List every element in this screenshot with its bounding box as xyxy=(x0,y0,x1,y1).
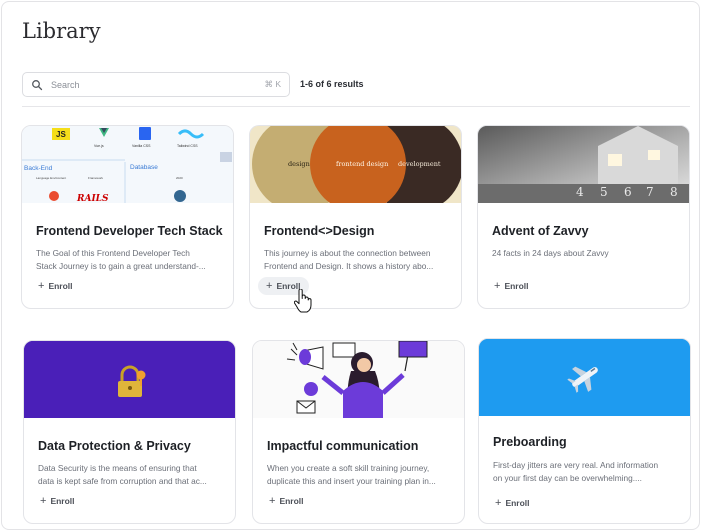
card-description: This journey is about the connection bet… xyxy=(264,247,450,272)
plus-icon: + xyxy=(495,497,502,509)
card-title: Frontend Developer Tech Stack xyxy=(36,224,223,238)
page-title: Library xyxy=(22,19,101,43)
thumb-label: frontend design xyxy=(336,160,388,168)
enroll-label: Enroll xyxy=(505,498,530,508)
thumb-label: Vue.js xyxy=(94,144,104,148)
course-card[interactable]: 4 5 6 7 8 Advent of Zavvy 24 facts in 24… xyxy=(477,125,690,309)
thumb-label: 2020 xyxy=(176,176,183,180)
search-placeholder: Search xyxy=(51,79,80,90)
course-card[interactable]: Preboarding First-day jitters are very r… xyxy=(478,338,691,524)
card-title: Impactful communication xyxy=(267,439,419,453)
library-page: Library Search ⌘ K 1-6 of 6 results JS V… xyxy=(1,1,700,530)
course-card[interactable]: JS Vue.js Vanilla CSS Tailwind CSS Back-… xyxy=(21,125,234,309)
plus-icon: + xyxy=(38,280,45,292)
card-description-line: When you create a soft skill training jo… xyxy=(267,463,430,473)
enroll-label: Enroll xyxy=(48,281,73,291)
card-thumbnail: JS Vue.js Vanilla CSS Tailwind CSS Back-… xyxy=(22,126,233,203)
card-description-line: Frontend and Design. It shows a history … xyxy=(264,260,434,271)
divider xyxy=(22,106,690,107)
card-description: First-day jitters are very real. And inf… xyxy=(493,459,679,484)
enroll-button[interactable]: + Enroll xyxy=(486,277,537,295)
thumb-label: Framework xyxy=(88,176,104,180)
card-description-line: 24 facts in 24 days about Zavvy xyxy=(492,248,609,258)
card-description-line: on your first day can be overwhelming...… xyxy=(493,472,642,483)
results-count: 1-6 of 6 results xyxy=(300,79,364,89)
card-thumbnail xyxy=(479,339,690,416)
plus-icon: + xyxy=(266,280,273,292)
card-title: Advent of Zavvy xyxy=(492,224,589,238)
hand-cursor-icon xyxy=(294,289,312,313)
enroll-label: Enroll xyxy=(504,281,529,291)
megaphone-illustration xyxy=(253,341,464,418)
thumb-label: Database xyxy=(130,164,158,171)
enroll-button[interactable]: + Enroll xyxy=(487,494,538,512)
padlock-icon xyxy=(24,341,235,418)
card-thumbnail: 4 5 6 7 8 xyxy=(478,126,689,203)
card-description-line: First-day jitters are very real. And inf… xyxy=(493,460,659,470)
card-description: 24 facts in 24 days about Zavvy xyxy=(492,247,678,260)
thumb-label: JS xyxy=(56,130,66,139)
card-description-line: This journey is about the connection bet… xyxy=(264,248,431,258)
thumb-digit: 8 xyxy=(670,185,678,199)
enroll-button[interactable]: + Enroll xyxy=(30,277,81,295)
card-description-line: duplicate this and insert your training … xyxy=(267,475,436,486)
airplane-icon xyxy=(479,339,690,416)
card-description: Data Security is the means of ensuring t… xyxy=(38,462,224,487)
course-card[interactable]: Data Protection & Privacy Data Security … xyxy=(23,340,236,524)
card-title: Frontend<>Design xyxy=(264,224,375,238)
plus-icon: + xyxy=(40,495,47,507)
course-card[interactable]: Impactful communication When you create … xyxy=(252,340,465,524)
card-title: Data Protection & Privacy xyxy=(38,439,191,453)
plus-icon: + xyxy=(494,280,501,292)
thumb-label: Vanilla CSS xyxy=(132,144,151,148)
enroll-button[interactable]: + Enroll xyxy=(32,492,83,510)
card-description-line: Data Security is the means of ensuring t… xyxy=(38,463,197,473)
search-icon xyxy=(31,79,43,91)
card-description-line: The Goal of this Frontend Developer Tech xyxy=(36,248,190,258)
card-thumbnail xyxy=(24,341,235,418)
thumb-label: RAILS xyxy=(76,194,109,203)
thumb-label: Language Env/content xyxy=(36,176,66,180)
thumb-digit: 6 xyxy=(624,185,632,199)
thumb-label: Back-End xyxy=(24,165,53,172)
thumb-digit: 4 xyxy=(576,185,584,199)
thumb-digit: 7 xyxy=(646,185,654,199)
plus-icon: + xyxy=(269,495,276,507)
course-card[interactable]: design frontend design development Front… xyxy=(249,125,462,309)
card-description: When you create a soft skill training jo… xyxy=(267,462,453,487)
search-input[interactable]: Search ⌘ K xyxy=(22,72,290,97)
search-shortcut: ⌘ K xyxy=(264,79,281,89)
card-thumbnail: design frontend design development xyxy=(250,126,461,203)
card-description: The Goal of this Frontend Developer Tech… xyxy=(36,247,222,272)
card-description-line: Stack Journey is to gain a great underst… xyxy=(36,260,206,271)
card-description-line: data is kept safe from corruption and th… xyxy=(38,475,207,486)
thumb-label: Tailwind CSS xyxy=(177,144,198,148)
enroll-label: Enroll xyxy=(279,496,304,506)
card-title: Preboarding xyxy=(493,435,567,449)
enroll-label: Enroll xyxy=(50,496,75,506)
thumb-label: design xyxy=(288,160,310,168)
thumb-digit: 5 xyxy=(600,185,608,199)
card-thumbnail xyxy=(253,341,464,418)
enroll-button[interactable]: + Enroll xyxy=(261,492,312,510)
thumb-label: development xyxy=(398,160,441,168)
